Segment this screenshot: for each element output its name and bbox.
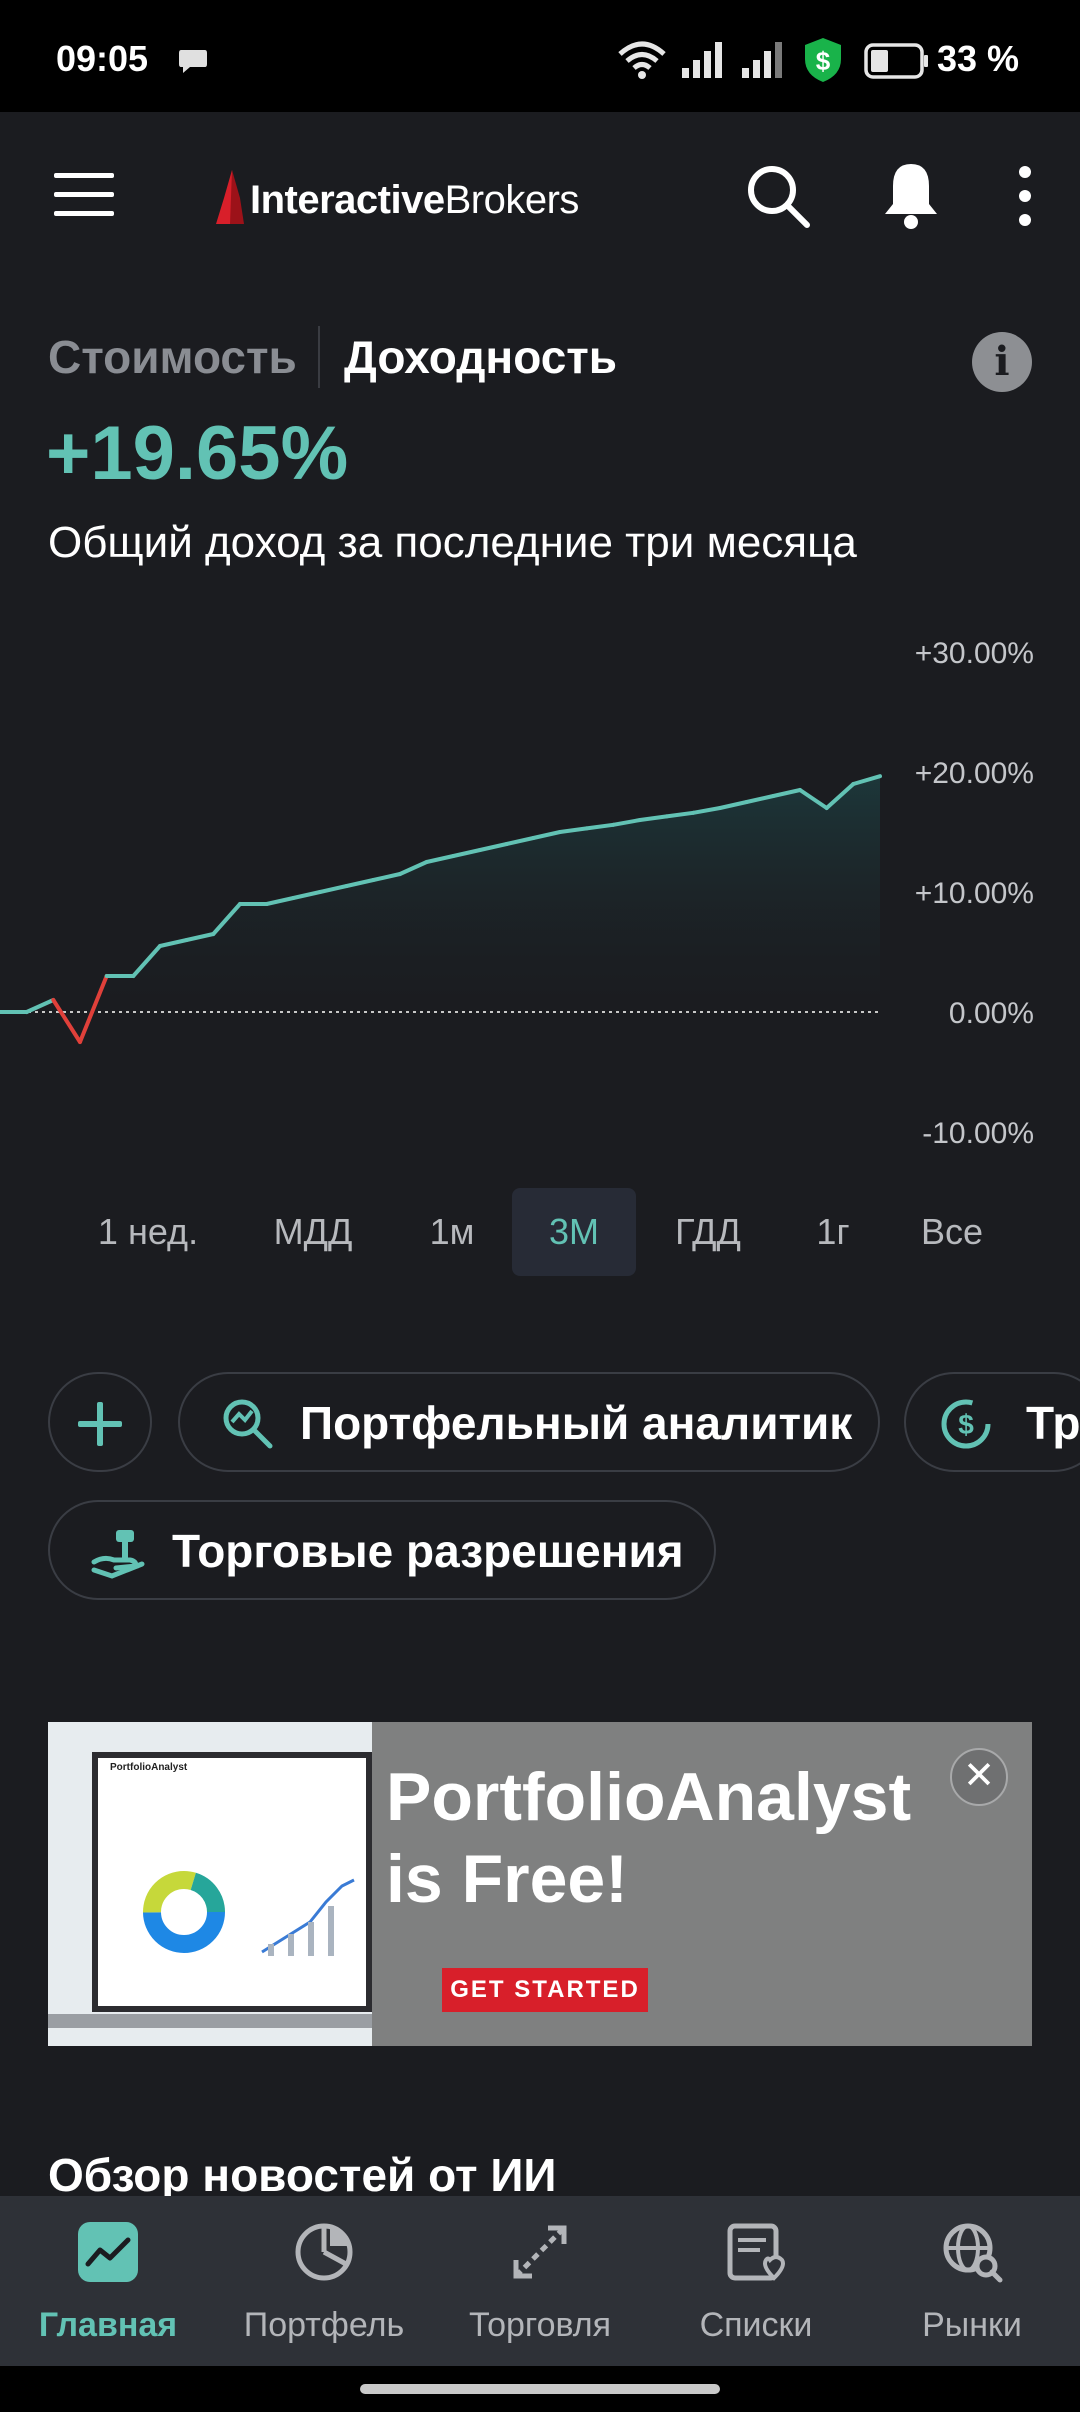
range-tab-ytd-month[interactable]: МДД <box>250 1188 376 1276</box>
get-started-button[interactable]: GET STARTED <box>442 1968 648 2012</box>
brand-bold: Interactive <box>250 178 445 222</box>
range-tab-ytd[interactable]: ГДД <box>656 1188 760 1276</box>
return-value: +19.65% <box>46 411 349 496</box>
y-tick-label: -10.00% <box>922 1117 1034 1150</box>
analytics-search-icon <box>223 1399 273 1449</box>
mini-bar-chart-icon <box>261 1878 355 1956</box>
preview-title: PortfolioAnalyst <box>110 1762 188 1773</box>
nav-label-trade: Торговля <box>468 2306 612 2344</box>
donut-chart-icon <box>143 1871 225 1953</box>
brand-regular: Brokers <box>444 178 580 222</box>
nav-label-markets: Рынки <box>922 2306 1022 2344</box>
nav-label-home: Главная <box>38 2306 178 2344</box>
watchlist-icon <box>727 2223 785 2281</box>
y-tick-label: +10.00% <box>915 877 1034 910</box>
trading-permissions-label: Торговые разрешения <box>172 1525 684 1577</box>
partial-chip-label: Тр <box>1026 1397 1080 1449</box>
trade-arrows-icon <box>513 2225 567 2279</box>
y-tick-label: 0.00% <box>949 997 1034 1030</box>
banner-title: PortfolioAnalyst is Free! <box>386 1756 911 1920</box>
info-icon[interactable]: i <box>972 332 1032 392</box>
gesture-handle[interactable] <box>360 2384 720 2394</box>
globe-search-icon <box>943 2223 1003 2283</box>
add-shortcut-button[interactable] <box>48 1372 152 1472</box>
return-caption: Общий доход за последние три месяца <box>48 518 857 567</box>
performance-chart[interactable]: +30.00% +20.00% +10.00% 0.00% -10.00% <box>0 600 1080 1160</box>
dollar-clock-icon: $ <box>941 1399 991 1449</box>
brand-logo: InteractiveBrokers <box>250 178 579 223</box>
banner-title-line1: PortfolioAnalyst <box>386 1759 912 1835</box>
laptop-preview-image: PortfolioAnalyst <box>48 1722 372 2046</box>
signal-icon <box>682 42 722 78</box>
trading-permissions-chip[interactable]: Торговые разрешения <box>48 1500 716 1600</box>
signal-icon-2 <box>742 42 782 78</box>
menu-icon[interactable] <box>52 170 116 220</box>
partial-chip[interactable]: $ Тр <box>904 1372 1080 1472</box>
tab-divider <box>318 326 320 388</box>
wifi-icon <box>618 41 666 79</box>
range-tab-1w[interactable]: 1 нед. <box>78 1188 218 1276</box>
more-vertical-icon[interactable] <box>1012 164 1038 228</box>
ib-logo-icon <box>216 170 244 224</box>
tab-value[interactable]: Стоимость <box>48 330 297 384</box>
close-icon[interactable]: ✕ <box>950 1748 1008 1806</box>
range-tab-all[interactable]: Все <box>900 1188 1004 1276</box>
news-heading: Обзор новостей от ИИ <box>48 2149 557 2201</box>
search-icon[interactable] <box>744 162 812 230</box>
battery-icon <box>864 43 928 79</box>
range-tab-1y[interactable]: 1г <box>796 1188 870 1276</box>
home-chart-icon <box>78 2222 138 2282</box>
range-tab-3m[interactable]: 3М <box>512 1188 636 1276</box>
chat-bubble-icon <box>179 50 207 73</box>
portfolio-analyst-label: Портфельный аналитик <box>300 1397 853 1449</box>
nav-label-portfolio: Портфель <box>243 2306 405 2344</box>
svg-text:$: $ <box>958 1409 974 1440</box>
range-tab-1m[interactable]: 1м <box>412 1188 492 1276</box>
hand-permission-icon <box>91 1530 145 1579</box>
portfolio-pie-icon <box>295 2223 353 2281</box>
portfolio-analyst-chip[interactable]: Портфельный аналитик <box>178 1372 880 1472</box>
shield-dollar-icon: $ <box>805 38 841 82</box>
bell-icon[interactable] <box>880 160 942 230</box>
status-time: 09:05 <box>56 38 149 79</box>
nav-label-lists: Списки <box>699 2306 813 2344</box>
y-tick-label: +30.00% <box>915 637 1034 670</box>
tab-return[interactable]: Доходность <box>344 330 617 384</box>
banner-title-line2: is Free! <box>386 1841 628 1917</box>
laptop-base <box>48 2014 372 2028</box>
y-tick-label: +20.00% <box>915 757 1034 790</box>
plus-icon <box>78 1402 122 1446</box>
battery-percent: 33 % <box>937 38 1020 79</box>
svg-text:$: $ <box>816 46 831 76</box>
